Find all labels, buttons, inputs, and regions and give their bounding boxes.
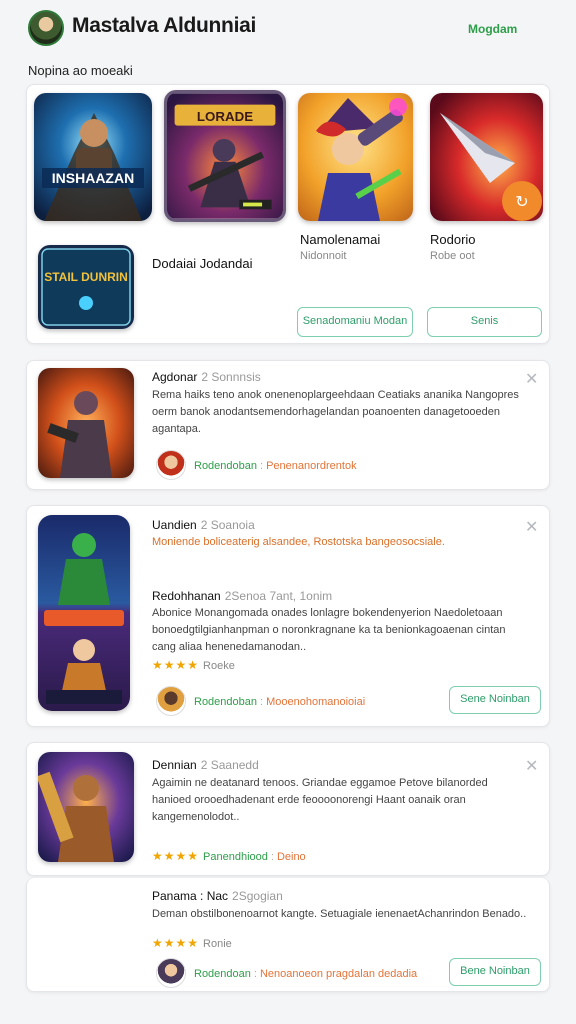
- review-1-close-icon[interactable]: ✕: [525, 369, 538, 389]
- small-tile-caption: STAIL DUNRIN: [44, 270, 128, 284]
- game-tile-4[interactable]: ↻: [430, 93, 543, 221]
- review-3-art[interactable]: [38, 752, 134, 862]
- game-2-sub: Robe oot: [430, 250, 475, 262]
- review-2-subtitle: Redohhanan 2Senoa 7ant, 1onim: [152, 589, 333, 603]
- game-art-4: ↻: [430, 93, 543, 221]
- star-icons: ★★★★: [152, 936, 200, 950]
- game-tile-small[interactable]: STAIL DUNRIN: [38, 245, 134, 329]
- featured-left-label: Dodaiai Jodandai: [152, 256, 253, 271]
- review-1-body: Rema haiks teno anok onenenoplargeehdaan…: [152, 389, 519, 435]
- review-3-title: Dennian 2 Saanedd: [152, 758, 259, 772]
- game-tile-1[interactable]: INSHAAZAN: [34, 93, 152, 221]
- review-3-body: Agaimin ne deatanard tenoos. Griandae eg…: [152, 777, 488, 823]
- profile-avatar[interactable]: [28, 10, 64, 46]
- review-1-author-avatar[interactable]: [156, 450, 186, 480]
- featured-secondary-button[interactable]: Senis: [427, 307, 542, 337]
- game-1-name: Namolenamai: [300, 232, 381, 247]
- review-2-art[interactable]: [38, 515, 130, 711]
- review-1-title: Agdonar 2 Sonnnsis: [152, 370, 261, 384]
- game-tile-3[interactable]: [298, 93, 413, 221]
- app-title: Mastalva Aldunniai: [72, 14, 257, 37]
- game-1-sub: Nidonnoit: [300, 250, 347, 262]
- featured-primary-button[interactable]: Senadomaniu Modan: [297, 307, 413, 337]
- review-4-body: Deman obstilbonenoarnot kangte. Setuagia…: [152, 908, 527, 920]
- game-2-name: Rodorio: [430, 232, 476, 247]
- review-2-close-icon[interactable]: ✕: [525, 517, 538, 537]
- section-label: Nopina ao moeaki: [28, 63, 133, 78]
- tile-1-caption: INSHAAZAN: [52, 170, 134, 186]
- review-3-rating: ★★★★ Panendhiood: Deino: [152, 849, 306, 863]
- review-2-body: Moniende boliceaterig alsandee, Rostotsk…: [152, 536, 445, 548]
- game-art-small: STAIL DUNRIN: [38, 245, 134, 329]
- review-4-button[interactable]: Bene Noinban: [449, 958, 541, 986]
- review-1-art[interactable]: [38, 368, 134, 478]
- game-art-2: LORADE: [167, 93, 283, 219]
- game-tile-2[interactable]: LORADE: [164, 90, 286, 222]
- review-4-title: Panama : Nac 2Sgogian: [152, 889, 283, 903]
- review-4-author[interactable]: Rodendoan: Nenoanoeon pragdalan dedadia: [194, 968, 417, 980]
- review-1-author[interactable]: Rodendoban: Penenanordrentok: [194, 460, 357, 472]
- review-4-rating: ★★★★ Ronie: [152, 936, 232, 950]
- review-2-author-avatar[interactable]: [156, 686, 186, 716]
- game-art-1: INSHAAZAN: [34, 93, 152, 221]
- review-4-author-avatar[interactable]: [156, 958, 186, 988]
- review-3-close-icon[interactable]: ✕: [525, 756, 538, 776]
- tile-2-caption: LORADE: [197, 109, 253, 124]
- header-link[interactable]: Mogdam: [468, 22, 517, 36]
- star-icons: ★★★★: [152, 849, 200, 863]
- review-2-rating: ★★★★ Roeke: [152, 658, 235, 672]
- review-2-button[interactable]: Sene Noinban: [449, 686, 541, 714]
- review-2-title: Uandien 2 Soanoia: [152, 518, 255, 532]
- star-icons: ★★★★: [152, 658, 200, 672]
- svg-text:↻: ↻: [515, 192, 528, 211]
- review-2-sub-body: Abonice Monangomada onades lonlagre boke…: [152, 607, 506, 653]
- game-art-3: [298, 93, 413, 221]
- review-2-author[interactable]: Rodendoban: Mooenohomanoioiai: [194, 696, 365, 708]
